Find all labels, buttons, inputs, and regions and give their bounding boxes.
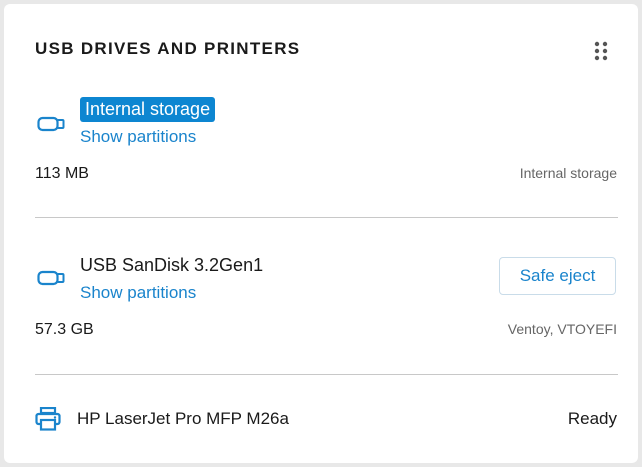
drive-size: 113 MB xyxy=(35,165,89,182)
drive-size: 57.3 GB xyxy=(35,321,94,338)
show-partitions-link[interactable]: Show partitions xyxy=(80,127,196,147)
divider xyxy=(35,217,618,218)
drive-detail: Ventoy, VTOYEFI xyxy=(507,321,617,337)
usb-drive-icon xyxy=(37,116,65,132)
drag-handle-icon[interactable] xyxy=(594,41,608,61)
divider xyxy=(35,374,618,375)
safe-eject-button[interactable]: Safe eject xyxy=(499,257,616,295)
drive-name: Internal storage xyxy=(80,97,216,122)
usb-drive-icon xyxy=(37,270,65,286)
widget-title: USB DRIVES AND PRINTERS xyxy=(35,39,301,58)
printer-status: Ready xyxy=(567,409,617,428)
show-partitions-link[interactable]: Show partitions xyxy=(80,283,196,303)
printer-icon xyxy=(35,407,61,431)
drive-detail: Internal storage xyxy=(519,165,617,181)
usb-drives-and-printers-widget: USB DRIVES AND PRINTERS Internal storage… xyxy=(4,4,638,463)
drive-name: USB SanDisk 3.2Gen1 xyxy=(80,255,264,275)
printer-name: HP LaserJet Pro MFP M26a xyxy=(77,409,289,428)
